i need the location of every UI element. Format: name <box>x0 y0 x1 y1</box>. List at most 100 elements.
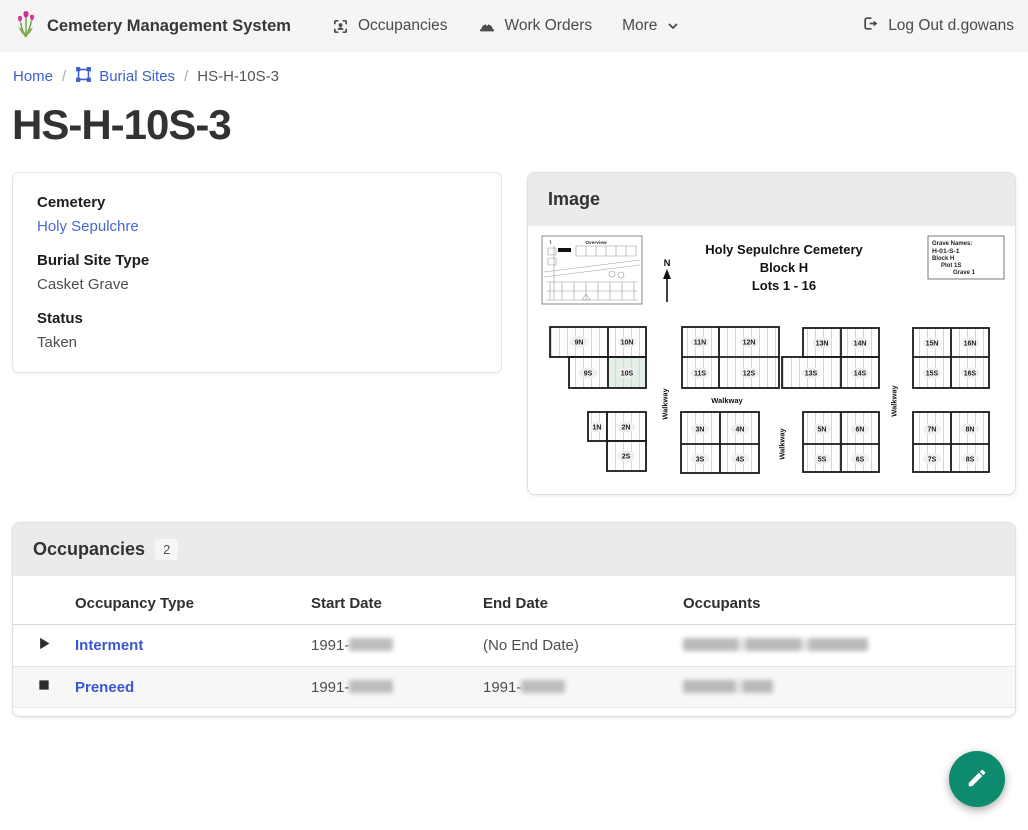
svg-text:Walkway: Walkway <box>661 387 670 419</box>
svg-text:7N: 7N <box>928 427 937 434</box>
svg-text:Walkway: Walkway <box>711 396 743 405</box>
svg-text:5N: 5N <box>818 427 827 434</box>
occupancies-table: Occupancy Type Start Date End Date Occup… <box>13 576 1015 708</box>
map-title: Holy Sepulchre Cemetery Block H Lots 1 -… <box>705 242 863 293</box>
breadcrumb-burial-sites-label: Burial Sites <box>99 68 175 85</box>
redacted-value <box>683 638 868 651</box>
svg-text:Holy Sepulchre Cemetery: Holy Sepulchre Cemetery <box>705 242 863 257</box>
breadcrumb-current: HS-H-10S-3 <box>197 68 279 85</box>
svg-text:Walkway: Walkway <box>890 384 899 416</box>
cemetery-link[interactable]: Holy Sepulchre <box>37 218 139 235</box>
burial-site-type-value: Casket Grave <box>37 276 477 293</box>
svg-text:Lots 1 - 16: Lots 1 - 16 <box>752 278 816 293</box>
occupancy-link[interactable]: Interment <box>75 637 143 654</box>
nav-label-more: More <box>622 17 657 35</box>
redacted-value <box>349 638 393 651</box>
svg-text:15N: 15N <box>926 341 939 348</box>
redacted-value <box>521 680 565 693</box>
start-date-prefix: 1991- <box>311 679 349 696</box>
hard-hat-icon <box>478 18 496 34</box>
occupancies-table-wrap: Occupancy Type Start Date End Date Occup… <box>13 576 1015 716</box>
svg-text:Grave Names:: Grave Names: <box>932 241 972 247</box>
cemetery-label: Cemetery <box>37 194 477 211</box>
image-card-title: Image <box>548 189 600 210</box>
status-label: Status <box>37 310 477 327</box>
svg-text:1N: 1N <box>593 425 602 432</box>
occupancies-title: Occupancies <box>33 539 145 560</box>
nav-label-occupancies: Occupancies <box>358 17 448 35</box>
status-value: Taken <box>37 334 477 351</box>
column-header-icon <box>13 576 75 625</box>
breadcrumb-burial-sites-link[interactable]: Burial Sites <box>75 66 175 87</box>
image-card: Image Overview <box>527 172 1016 495</box>
page-title: HS-H-10S-3 <box>12 101 1028 149</box>
svg-text:6N: 6N <box>856 427 865 434</box>
svg-text:12N: 12N <box>743 340 756 347</box>
svg-text:14S: 14S <box>854 371 867 378</box>
svg-text:16N: 16N <box>964 341 977 348</box>
end-date-prefix: 1991- <box>483 679 521 696</box>
chevron-down-icon <box>666 20 680 32</box>
logout-button[interactable]: Log Out d.gowans <box>862 15 1014 37</box>
svg-text:4S: 4S <box>736 457 745 464</box>
svg-text:2N: 2N <box>622 425 631 432</box>
occupancies-icon <box>332 18 349 35</box>
svg-text:N: N <box>664 258 671 269</box>
column-header-start-date: Start Date <box>311 576 483 625</box>
svg-text:6S: 6S <box>856 457 865 464</box>
svg-text:Block H: Block H <box>760 260 808 275</box>
nav-item-more[interactable]: More <box>622 17 680 35</box>
column-header-occupancy-type: Occupancy Type <box>75 576 311 625</box>
svg-text:Block H: Block H <box>932 256 954 262</box>
svg-text:16S: 16S <box>964 371 977 378</box>
app-title: Cemetery Management System <box>47 17 291 36</box>
grave-names-legend: Grave Names: H-01-S-1 Block H Plot 1S Gr… <box>928 236 1004 279</box>
edit-button[interactable] <box>949 751 1005 807</box>
image-card-header: Image <box>528 173 1015 226</box>
tulip-logo-icon <box>14 10 38 43</box>
occupancies-header: Occupancies 2 <box>13 523 1015 576</box>
column-header-end-date: End Date <box>483 576 683 625</box>
column-header-occupants: Occupants <box>683 576 1015 625</box>
nav-item-occupancies[interactable]: Occupancies <box>332 17 448 35</box>
field-burial-site-type: Burial Site Type Casket Grave <box>37 252 477 293</box>
field-status: Status Taken <box>37 310 477 351</box>
svg-text:Plot 1S: Plot 1S <box>941 263 961 269</box>
breadcrumb-home-link[interactable]: Home <box>13 68 53 85</box>
overview-inset-map: Overview <box>542 236 642 304</box>
burial-site-type-label: Burial Site Type <box>37 252 477 269</box>
stop-icon <box>37 679 51 696</box>
svg-text:Overview: Overview <box>585 240 607 246</box>
svg-text:H-01-S-1: H-01-S-1 <box>932 248 960 255</box>
svg-text:Grave 1: Grave 1 <box>953 270 976 276</box>
redacted-value <box>683 680 773 693</box>
svg-text:8S: 8S <box>966 457 975 464</box>
svg-text:15S: 15S <box>926 371 939 378</box>
svg-text:8N: 8N <box>966 427 975 434</box>
table-row: Preneed 1991- 1991- <box>13 667 1015 708</box>
svg-text:5S: 5S <box>818 457 827 464</box>
svg-text:9S: 9S <box>584 371 593 378</box>
nav-item-work-orders[interactable]: Work Orders <box>478 17 593 35</box>
redacted-value <box>349 680 393 693</box>
table-header-row: Occupancy Type Start Date End Date Occup… <box>13 576 1015 625</box>
svg-text:3N: 3N <box>696 427 705 434</box>
breadcrumb-separator: / <box>62 68 66 85</box>
svg-text:13S: 13S <box>805 371 818 378</box>
breadcrumb-separator: / <box>184 68 188 85</box>
lot-blocks <box>550 327 989 473</box>
end-date-value: (No End Date) <box>483 637 579 654</box>
svg-text:14N: 14N <box>854 341 867 348</box>
svg-text:2S: 2S <box>622 454 631 461</box>
logout-icon <box>862 15 879 37</box>
occupancy-link[interactable]: Preneed <box>75 679 134 696</box>
svg-text:7S: 7S <box>928 457 937 464</box>
start-date-prefix: 1991- <box>311 637 349 654</box>
table-row: Interment 1991- (No End Date) <box>13 625 1015 667</box>
block-location-marker <box>558 248 571 252</box>
app-brand[interactable]: Cemetery Management System <box>14 10 291 43</box>
svg-text:9N: 9N <box>575 340 584 347</box>
burial-site-details-card: Cemetery Holy Sepulchre Burial Site Type… <box>12 172 502 373</box>
north-arrow: N <box>663 258 671 302</box>
field-cemetery: Cemetery Holy Sepulchre <box>37 194 477 235</box>
